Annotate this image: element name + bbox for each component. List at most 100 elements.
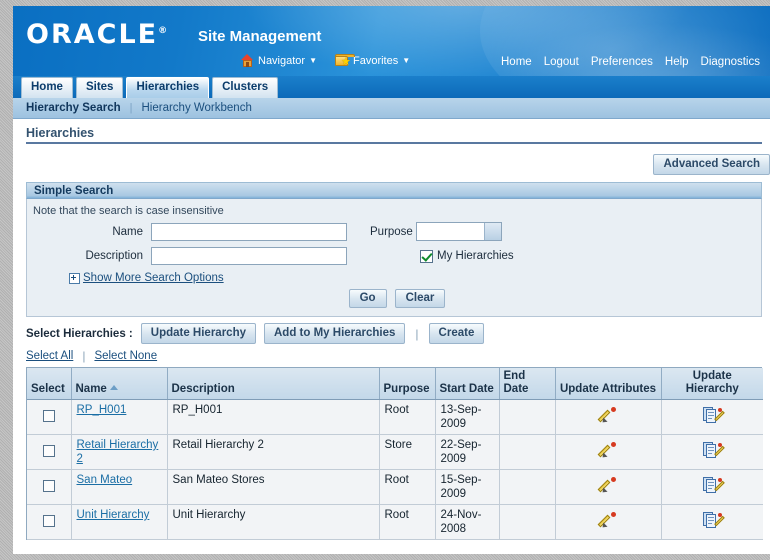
select-hierarchies-toolbar: Select Hierarchies : Update Hierarchy Ad… (26, 323, 762, 344)
select-hierarchies-label: Select Hierarchies : (26, 327, 133, 340)
pencil-icon[interactable] (597, 407, 616, 425)
column-header-purpose[interactable]: Purpose (379, 368, 436, 400)
hierarchies-results-table: Select Name Description Purpose Start Da… (27, 368, 763, 540)
favorites-folder-star-icon: ★ (335, 54, 355, 68)
application-title: Site Management (198, 28, 322, 45)
row-start-date-cell: 24-Nov-2008 (435, 504, 500, 540)
my-hierarchies-checkbox[interactable] (420, 249, 433, 263)
row-select-checkbox[interactable] (42, 410, 55, 422)
row-update-attributes-cell (555, 469, 662, 505)
hierarchy-name-link[interactable]: RP_H001 (77, 404, 127, 416)
simple-search-body: Note that the search is case insensitive… (26, 199, 762, 317)
pencil-icon[interactable] (597, 477, 616, 495)
main-tab-bar: Home Sites Hierarchies Clusters (13, 76, 770, 98)
branding-header: ORACLE® Site Management Navigator ▼ ★ Fa… (13, 6, 770, 76)
row-description-cell: RP_H001 (167, 399, 380, 435)
expand-plus-icon[interactable] (69, 272, 80, 284)
column-header-description[interactable]: Description (167, 368, 380, 400)
document-pencil-icon[interactable] (703, 512, 726, 528)
table-row: RP_H001 RP_H001 Root 13-Sep-2009 (27, 399, 763, 435)
advanced-search-button[interactable]: Advanced Search (653, 154, 770, 175)
search-action-buttons: Go Clear (33, 289, 751, 308)
row-end-date-cell (499, 399, 556, 435)
select-none-link[interactable]: Select None (94, 350, 157, 362)
row-end-date-cell (499, 434, 556, 470)
column-header-update-attributes: Update Attributes (555, 368, 662, 400)
name-input[interactable] (151, 222, 347, 241)
row-purpose-cell: Root (379, 399, 436, 435)
row-select-checkbox[interactable] (42, 515, 55, 527)
add-to-my-hierarchies-button[interactable]: Add to My Hierarchies (264, 323, 406, 344)
document-pencil-icon[interactable] (703, 477, 726, 493)
subnav-link-hierarchy-workbench[interactable]: Hierarchy Workbench (141, 102, 251, 114)
tab-sites[interactable]: Sites (75, 77, 124, 98)
hierarchy-name-link[interactable]: San Mateo (77, 474, 133, 486)
row-start-date-cell: 22-Sep-2009 (435, 434, 500, 470)
row-select-cell (27, 399, 72, 435)
select-all-link[interactable]: Select All (26, 350, 73, 362)
row-purpose-cell: Store (379, 434, 436, 470)
simple-search-heading: Simple Search (26, 182, 762, 199)
go-button[interactable]: Go (348, 289, 387, 308)
table-body: RP_H001 RP_H001 Root 13-Sep-2009 Retail … (27, 399, 763, 540)
tab-hierarchies[interactable]: Hierarchies (126, 77, 210, 98)
tab-home[interactable]: Home (21, 77, 73, 98)
row-select-cell (27, 434, 72, 470)
pencil-icon[interactable] (597, 512, 616, 530)
page-title: Hierarchies (26, 126, 95, 140)
pencil-icon[interactable] (597, 442, 616, 460)
global-link-logout[interactable]: Logout (544, 56, 579, 68)
results-table-container: Select Name Description Purpose Start Da… (26, 367, 763, 540)
sub-navigation-bar: Hierarchy Search | Hierarchy Workbench (13, 98, 770, 119)
update-hierarchy-button[interactable]: Update Hierarchy (140, 323, 256, 344)
row-name-cell: RP_H001 (71, 399, 168, 435)
table-row: Retail Hierarchy 2 Retail Hierarchy 2 St… (27, 434, 763, 470)
row-start-date-cell: 15-Sep-2009 (435, 469, 500, 505)
global-link-help[interactable]: Help (665, 56, 689, 68)
row-name-cell: Unit Hierarchy (71, 504, 168, 540)
my-hierarchies-row: My Hierarchies (416, 249, 751, 263)
tab-clusters[interactable]: Clusters (212, 77, 279, 98)
column-header-name[interactable]: Name (71, 368, 168, 400)
global-menu-row: Navigator ▼ ★ Favorites ▼ (241, 54, 424, 68)
show-more-search-options-link[interactable]: Show More Search Options (83, 272, 224, 284)
row-update-hierarchy-cell (661, 399, 763, 435)
page-scroll-region: ORACLE® Site Management Navigator ▼ ★ Fa… (13, 6, 770, 554)
advanced-search-row: Advanced Search (13, 154, 770, 175)
description-label: Description (85, 250, 143, 262)
row-name-cell: San Mateo (71, 469, 168, 505)
row-select-cell (27, 504, 72, 540)
favorites-menu[interactable]: ★ Favorites ▼ (335, 54, 410, 68)
document-pencil-icon[interactable] (703, 407, 726, 423)
sort-ascending-icon (109, 385, 118, 390)
my-hierarchies-label: My Hierarchies (437, 250, 514, 262)
table-row: San Mateo San Mateo Stores Root 15-Sep-2… (27, 469, 763, 505)
row-update-attributes-cell (555, 434, 662, 470)
column-header-end-date[interactable]: End Date (499, 368, 556, 400)
oracle-logo-registered: ® (158, 26, 168, 36)
home-icon (241, 54, 254, 67)
global-link-home[interactable]: Home (501, 56, 532, 68)
row-start-date-cell: 13-Sep-2009 (435, 399, 500, 435)
clear-button[interactable]: Clear (394, 289, 446, 308)
page-content: Hierarchies Advanced Search Simple Searc… (13, 126, 770, 540)
row-select-checkbox[interactable] (42, 445, 55, 457)
purpose-label: Purpose (370, 225, 413, 238)
row-select-checkbox[interactable] (42, 480, 55, 492)
create-button[interactable]: Create (428, 323, 485, 344)
row-description-cell: Unit Hierarchy (167, 504, 380, 540)
document-pencil-icon[interactable] (703, 442, 726, 458)
hierarchy-name-link[interactable]: Retail Hierarchy 2 (77, 439, 159, 465)
select-all-none-links: Select All | Select None (26, 349, 762, 367)
global-link-preferences[interactable]: Preferences (591, 56, 653, 68)
description-input[interactable] (151, 247, 347, 265)
row-update-hierarchy-cell (661, 504, 763, 540)
global-link-diagnostics[interactable]: Diagnostics (701, 56, 760, 68)
chevron-down-icon: ▼ (309, 55, 317, 65)
purpose-select[interactable] (416, 222, 502, 241)
toolbar-separator: | (415, 326, 419, 341)
hierarchy-name-link[interactable]: Unit Hierarchy (77, 509, 150, 521)
navigator-menu[interactable]: Navigator ▼ (241, 54, 317, 67)
column-header-start-date[interactable]: Start Date (435, 368, 500, 400)
row-update-hierarchy-cell (661, 434, 763, 470)
